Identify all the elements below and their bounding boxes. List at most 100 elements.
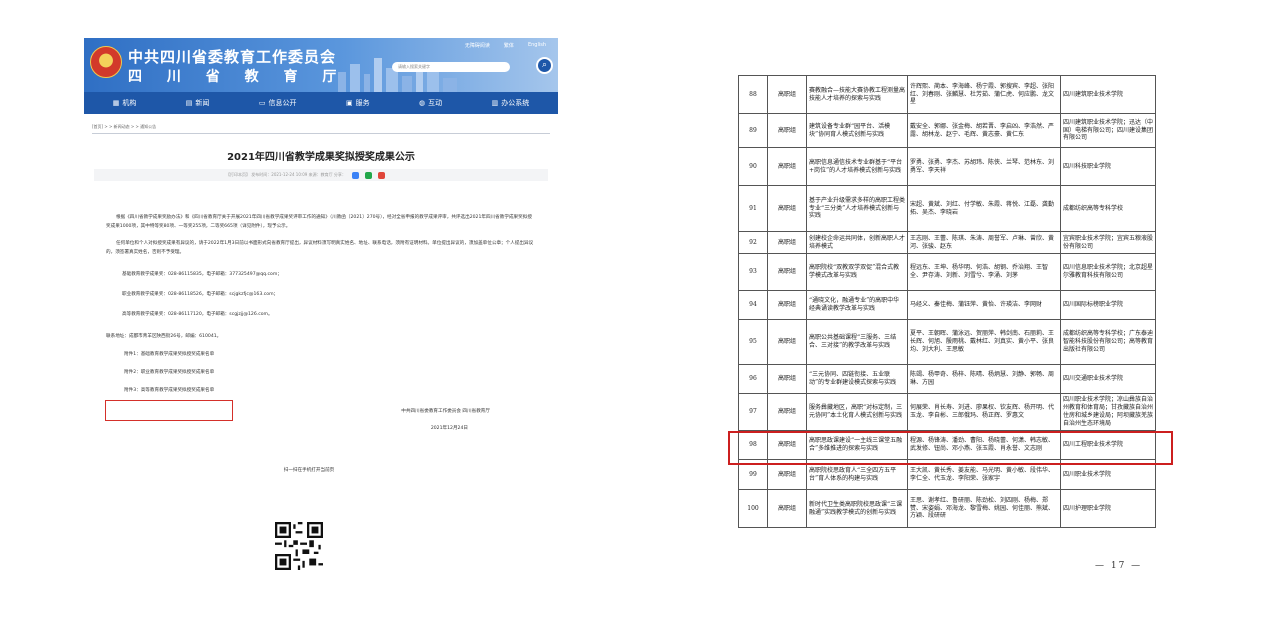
cell-title: 建筑设备专业群“园平台、活模块”协同育人模式创新与实践 (806, 113, 908, 148)
cell-members: 陈竭、杨甲奇、杨梓、陈晴、杨炳慧、刘静、郭畅、周琳、方园 (907, 364, 1061, 394)
divider (92, 133, 550, 134)
cell-title: 高职信息通信技术专业群基于“平台+岗位”的人才培养模式创新与实践 (806, 147, 908, 186)
site-header: 中共四川省委教育工作委员会 四 川 省 教 育 厅 无障碍阅读 繁体 Engli… (84, 38, 558, 92)
cell-members: 程远东、王坤、杨华明、何浩、胡钢、乔治翔、王智全、尹存涛、刘新、刘雪兮、李涌、刘… (907, 253, 1061, 291)
cell-number: 89 (738, 113, 768, 148)
service-icon: ▣ (345, 99, 353, 107)
table-row: 93 高职组 高职院校“双教双学双促”混合式教学模式改革与实践 程远东、王坤、杨华明、… (738, 253, 1156, 291)
paragraph: 根据《四川省教学成果奖励办法》和《四川省教育厅关于开展2021年四川省教学成果奖… (106, 215, 532, 229)
nav-item-info-disclosure[interactable]: ▭ 信息公开 (259, 98, 297, 108)
nav-label: 新闻 (195, 99, 210, 107)
cell-group: 高职组 (767, 489, 807, 528)
cell-unit: 四川国际标榜职业学院 (1060, 290, 1156, 320)
row-98-highlight-box (728, 431, 1173, 465)
cell-group: 高职组 (767, 253, 807, 291)
qr-caption: 扫一扫在手机打开当前页 (283, 468, 335, 473)
nav-item-news[interactable]: ▤ 新闻 (186, 98, 210, 108)
page-number: — 17 — (1095, 561, 1143, 571)
cell-number: 88 (738, 75, 768, 114)
national-emblem-logo (90, 46, 122, 78)
nav-label: 互动 (428, 99, 443, 107)
traditional-chinese-link[interactable]: 繁体 (504, 42, 514, 49)
cell-group: 高职组 (767, 185, 807, 232)
interact-icon: ◍ (419, 99, 426, 107)
cell-title: “三元协同、四链衔接、五业联动”的专业群建设模式探索与实践 (806, 364, 908, 394)
main-nav: ▦ 机构 ▤ 新闻 ▭ 信息公开 ▣ 服务 ◍ 互动 ▥ 办公系统 (84, 92, 558, 114)
cell-unit: 四川建筑职业技术学院；迅达（中国）电梯有限公司；四川建设集团有限公司 (1060, 113, 1156, 148)
cell-number: 95 (738, 319, 768, 365)
cell-group: 高职组 (767, 113, 807, 148)
cell-group: 高职组 (767, 393, 807, 431)
wechat-icon[interactable] (364, 171, 372, 179)
cell-group: 高职组 (767, 75, 807, 114)
breadcrumb[interactable]: [首页] > > 新闻动态 > > 通知公告 (92, 124, 558, 130)
cell-number: 93 (738, 253, 768, 291)
top-links: 无障碍阅读 繁体 English (465, 42, 546, 49)
weibo-icon[interactable] (377, 171, 385, 179)
cell-members: 夏平、王朝晖、蒲泳远、贺丽萍、韩剑南、石丽莉、王长辉、何旭、殷雨桃、戴林红、刘真… (907, 319, 1061, 365)
info-icon: ▭ (258, 99, 266, 107)
contact-basic: 基础教育教学成果奖：028-86115835，电子邮箱：377325497@qq… (122, 272, 282, 277)
cell-unit: 四川科技职业学院 (1060, 147, 1156, 186)
cell-unit: 四川交通职业技术学院 (1060, 364, 1156, 394)
article-meta: 【打印本页】 发布时间：2021-12-24 10:09 来源：教育厅 分享： (94, 169, 548, 181)
cell-unit: 成都纺织高等专科学校 (1060, 185, 1156, 232)
nav-item-agency[interactable]: ▦ 机构 (113, 98, 137, 108)
cell-members: 宋超、黄斌、刘红、付学敏、朱霞、蒋悦、江磊、龚勤拓、吴杰、李晓岩 (907, 185, 1061, 232)
cell-unit: 四川建筑职业技术学院 (1060, 75, 1156, 114)
cell-unit: 宜宾职业技术学院；宜宾五粮液股份有限公司 (1060, 231, 1156, 254)
search-input[interactable]: 请输入搜索关键字 (392, 62, 510, 72)
cell-number: 96 (738, 364, 768, 394)
cell-title: 新时代卫生类高职院校思政课“三课融通”实践教学模式的创新与实践 (806, 489, 908, 528)
attachment-link-1[interactable]: 附件1：基础教育教学成果奖拟授奖成果名单 (106, 350, 536, 359)
table-row: 96 高职组 “三元协同、四链衔接、五业联动”的专业群建设模式探索与实践 陈竭、杨甲奇… (738, 364, 1156, 394)
cell-unit: 成都纺织高等专科学校；广东泰迪智能科技股份有限公司；高等教育出版社有限公司 (1060, 319, 1156, 365)
attachment-link-3[interactable]: 附件3：高等教育教学成果奖拟授奖成果名单 (106, 386, 536, 395)
cell-group: 高职组 (767, 231, 807, 254)
gov-webpage: 中共四川省委教育工作委员会 四 川 省 教 育 厅 无障碍阅读 繁体 Engli… (84, 38, 558, 631)
table-row: 95 高职组 高职公共基础课程“三服务、三结合、三对接”的教学改革与实践 夏平、王朝晖… (738, 319, 1156, 365)
cell-unit: 四川护理职业学院 (1060, 489, 1156, 528)
table-row: 90 高职组 高职信息通信技术专业群基于“平台+岗位”的人才培养模式创新与实践 罗勇、… (738, 147, 1156, 186)
cell-title: 服务彝藏地区，高职“对标定制，三元协同”本土化育人模式创新与实践 (806, 393, 908, 431)
english-link[interactable]: English (528, 42, 546, 49)
qr-code-image (275, 522, 323, 570)
site-subtitle: 四 川 省 教 育 厅 (128, 69, 347, 85)
search-icon: ⌕ (541, 60, 548, 70)
attachment-highlight-box (105, 400, 233, 421)
cell-unit: 四川职业技术学院；凉山彝族自治州教育和体育局；甘孜藏族自治州住房和城乡建设局；阿… (1060, 393, 1156, 431)
nav-item-interact[interactable]: ◍ 互动 (419, 98, 442, 108)
table-row: 94 高职组 “通晓文化，融通专业”的高职中华经典诵读教学改革与实践 马经义、秦佳梅、… (738, 290, 1156, 320)
cell-title: 创建校企命运共同体，创新高职人才培养模式 (806, 231, 908, 254)
cell-title: 基于产业升级需求多样的高职工程类专业“三分类”人才培养模式创新与实践 (806, 185, 908, 232)
cell-members: 马经义、秦佳梅、蒲钰萍、黄怡、许瑛洁、李网财 (907, 290, 1061, 320)
cell-number: 92 (738, 231, 768, 254)
cell-number: 94 (738, 290, 768, 320)
site-title: 中共四川省委教育工作委员会 (128, 48, 337, 66)
accessibility-link[interactable]: 无障碍阅读 (465, 42, 490, 49)
cell-number: 90 (738, 147, 768, 186)
article-body: 根据《四川省教学成果奖励办法》和《四川省教育厅关于开展2021年四川省教学成果奖… (84, 213, 558, 475)
cell-number: 100 (738, 489, 768, 528)
table-row: 92 高职组 创建校企命运共同体，创新高职人才培养模式 王志刚、王蕾、陈琪、朱涛、周誉… (738, 231, 1156, 254)
attachment-link-2[interactable]: 附件2：职业教育教学成果奖拟授奖成果名单 (106, 368, 536, 377)
table-row: 100 高职组 新时代卫生类高职院校思政课“三课融通”实践教学模式的创新与实践 王思、… (738, 489, 1156, 528)
cell-group: 高职组 (767, 147, 807, 186)
search-button[interactable]: ⌕ (536, 57, 553, 74)
share-icon[interactable] (351, 171, 359, 179)
cell-title: 高职院校“双教双学双促”混合式教学模式改革与实践 (806, 253, 908, 291)
nav-item-service[interactable]: ▣ 服务 (346, 98, 370, 108)
nav-item-office-system[interactable]: ▥ 办公系统 (492, 98, 530, 108)
nav-label: 服务 (355, 99, 370, 107)
contact-higher: 高等教育教学成果奖：028-86117120，电子邮箱：scgjzjj@126.… (122, 312, 273, 317)
city-skyline-decoration (338, 58, 457, 92)
table-row: 88 高职组 赛教融合—技能大赛协教工程测量高技能人才培养的探索与实践 许辉熙、蔺本、… (738, 75, 1156, 114)
news-icon: ▤ (185, 99, 193, 107)
cell-number: 97 (738, 393, 768, 431)
office-icon: ▥ (491, 99, 499, 107)
nav-label: 办公系统 (501, 99, 530, 107)
cell-number: 91 (738, 185, 768, 232)
cell-unit: 四川信息职业技术学院；北京超星尔雅教育科技有限公司 (1060, 253, 1156, 291)
contact-address: 联系地址：成都市青羊区陕西街26号，邮编：610041。 (106, 334, 222, 339)
nav-label: 信息公开 (268, 99, 297, 107)
